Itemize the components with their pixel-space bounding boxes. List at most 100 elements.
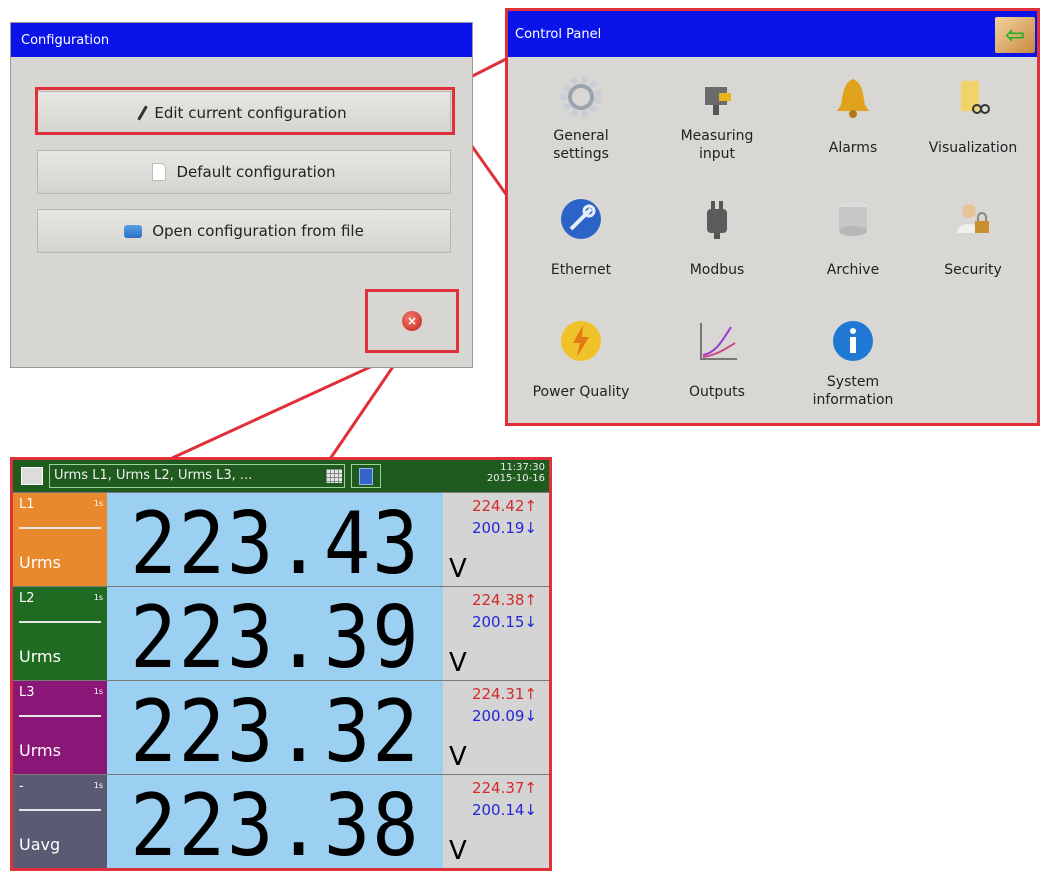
interval-label: 1s (93, 593, 103, 602)
max-value: 224.31↑ (471, 685, 537, 703)
alarms-label: Alarms (828, 140, 878, 156)
measuring-input-label: Measuring input (680, 128, 754, 162)
control-panel-window: Control Panel ⇦ General settings Measuri… (505, 8, 1040, 426)
database-icon (829, 195, 877, 243)
control-item-archive[interactable]: Archive (788, 195, 918, 279)
callout-line (328, 351, 405, 460)
visualization-icon (949, 73, 997, 121)
unit-label: V (449, 648, 467, 678)
value-text: 223.43 (129, 494, 421, 594)
channel-label-block[interactable]: L3 1s Urms (13, 681, 107, 774)
document-icon (152, 163, 167, 181)
divider (19, 809, 101, 811)
value-text: 223.39 (129, 588, 421, 688)
measurement-row-l2: L2 1s Urms 223.39 224.38↑ 200.15↓ V (13, 586, 549, 688)
channel-name: L3 (19, 685, 35, 700)
min-max-panel: 224.42↑ 200.19↓ V (443, 493, 549, 586)
default-configuration-button[interactable]: Default configuration (37, 150, 451, 194)
clock-time: 11:37:30 (500, 462, 545, 473)
channel-name: - (19, 779, 24, 794)
min-max-panel: 224.37↑ 200.14↓ V (443, 775, 549, 868)
divider (19, 715, 101, 717)
min-max-panel: 224.38↑ 200.15↓ V (443, 587, 549, 680)
close-icon[interactable]: × (402, 311, 422, 331)
value-text: 223.32 (129, 682, 421, 782)
unit-label: V (449, 742, 467, 772)
channel-label-block[interactable]: L2 1s Urms (13, 587, 107, 680)
value-text: 223.38 (129, 776, 421, 876)
general-settings-label: General settings (553, 128, 609, 162)
channel-name: L2 (19, 591, 35, 606)
measurement-value: 223.39 (107, 587, 443, 688)
min-max-panel: 224.31↑ 200.09↓ V (443, 681, 549, 774)
windows-icon[interactable] (21, 467, 43, 485)
measurement-value: 223.32 (107, 681, 443, 782)
info-icon (829, 317, 877, 365)
user-lock-icon (949, 195, 997, 243)
modbus-label: Modbus (689, 262, 745, 278)
channel-label-block[interactable]: - 1s Uavg (13, 775, 107, 868)
channel-label-block[interactable]: L1 1s Urms (13, 493, 107, 586)
control-item-general-settings[interactable]: General settings (516, 73, 646, 163)
lightning-icon (557, 317, 605, 365)
interval-label: 1s (93, 781, 103, 790)
channel-selector[interactable]: Urms L1, Urms L2, Urms L3, ... (49, 464, 345, 488)
graph-icon (693, 317, 741, 365)
pencil-icon (137, 105, 149, 121)
divider (19, 527, 101, 529)
callout-line (169, 350, 404, 461)
network-icon (557, 195, 605, 243)
channel-name: L1 (19, 497, 35, 512)
gear-icon (557, 73, 605, 121)
edit-current-configuration-button[interactable]: Edit current configuration (37, 91, 451, 135)
ethernet-label: Ethernet (550, 262, 612, 278)
quantity-name: Urms (19, 741, 61, 760)
unit-label: V (449, 554, 467, 584)
control-item-ethernet[interactable]: Ethernet (516, 195, 646, 279)
unit-label: V (449, 836, 467, 866)
control-item-power-quality[interactable]: Power Quality (516, 317, 646, 401)
connector-icon (693, 195, 741, 243)
quantity-name: Urms (19, 553, 61, 572)
control-item-security[interactable]: Security (908, 195, 1038, 279)
bell-icon (829, 73, 877, 121)
control-item-measuring-input[interactable]: Measuring input (652, 73, 782, 163)
clock: 11:37:30 2015-10-16 (487, 462, 545, 484)
control-item-system-information[interactable]: System information (788, 317, 918, 409)
folder-icon (124, 224, 143, 238)
min-value: 200.09↓ (471, 707, 537, 725)
archive-label: Archive (826, 262, 880, 278)
control-panel-title-bar: Control Panel ⇦ (508, 11, 1037, 57)
table-icon (326, 469, 342, 483)
control-item-alarms[interactable]: Alarms (788, 73, 918, 157)
max-value: 224.42↑ (471, 497, 537, 515)
control-item-visualization[interactable]: Visualization (908, 73, 1038, 157)
book-icon (359, 467, 373, 485)
min-value: 200.19↓ (471, 519, 537, 537)
back-button[interactable]: ⇦ (995, 17, 1035, 53)
outputs-label: Outputs (689, 384, 745, 400)
min-value: 200.14↓ (471, 801, 537, 819)
control-item-modbus[interactable]: Modbus (652, 195, 782, 279)
measurement-row-l1: L1 1s Urms 223.43 224.42↑ 200.19↓ V (13, 492, 549, 594)
visualization-label: Visualization (928, 140, 1018, 156)
control-item-outputs[interactable]: Outputs (652, 317, 782, 401)
quantity-name: Uavg (19, 835, 61, 854)
open-configuration-label: Open configuration from file (152, 222, 364, 240)
configuration-title: Configuration (11, 23, 472, 57)
configuration-dialog: Configuration Edit current configuration… (10, 22, 473, 368)
measurement-row-avg: - 1s Uavg 223.38 224.37↑ 200.14↓ V (13, 774, 549, 876)
open-configuration-from-file-button[interactable]: Open configuration from file (37, 209, 451, 253)
power-quality-label: Power Quality (532, 384, 630, 400)
book-button[interactable] (351, 464, 381, 488)
plug-icon (693, 73, 741, 121)
measurement-value: 223.38 (107, 775, 443, 876)
back-arrow-icon: ⇦ (1004, 21, 1026, 49)
clock-date: 2015-10-16 (486, 473, 545, 484)
measurement-row-l3: L3 1s Urms 223.32 224.31↑ 200.09↓ V (13, 680, 549, 782)
security-label: Security (944, 262, 1002, 278)
max-value: 224.37↑ (471, 779, 537, 797)
quantity-name: Urms (19, 647, 61, 666)
interval-label: 1s (93, 499, 103, 508)
interval-label: 1s (93, 687, 103, 696)
